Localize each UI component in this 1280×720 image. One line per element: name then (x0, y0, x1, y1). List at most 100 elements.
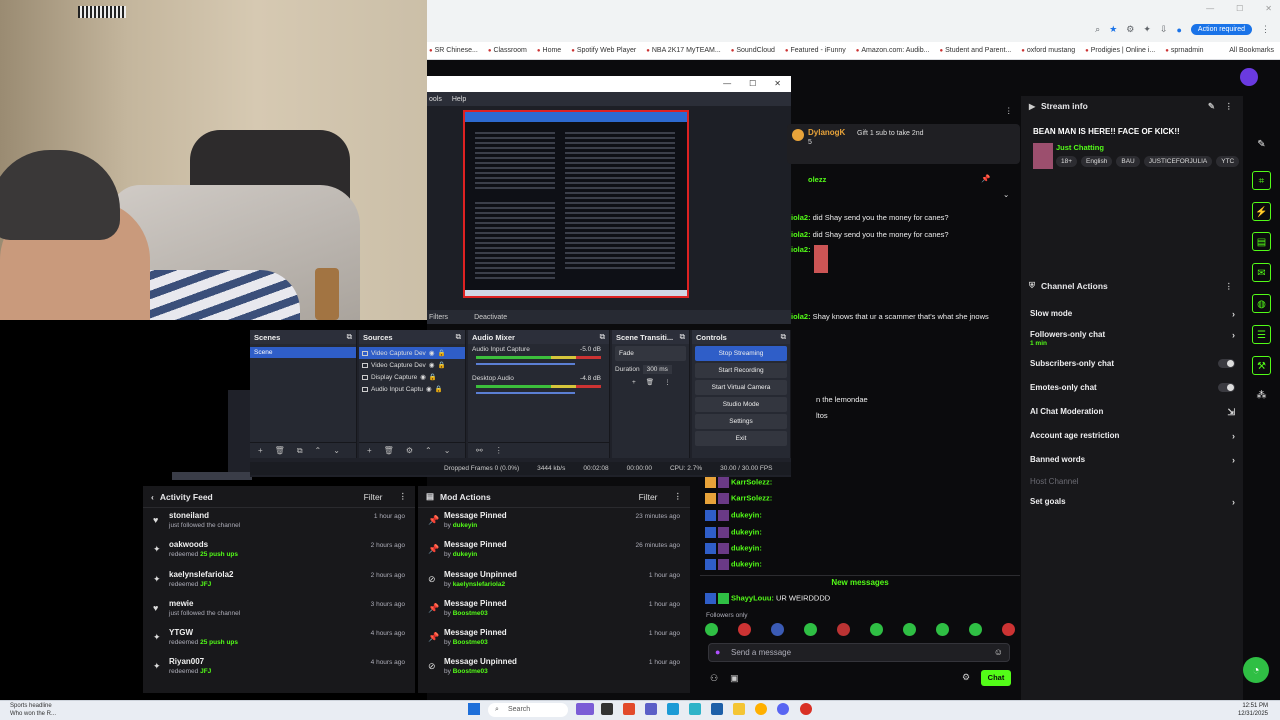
extension-icon[interactable]: ⚙ (1126, 24, 1134, 35)
taskbar-app-icon[interactable] (623, 703, 635, 715)
feed-user[interactable]: Riyan007 (169, 657, 405, 666)
wrench-icon[interactable]: ⚒ (1252, 356, 1271, 375)
action-moderator[interactable]: Boostme03 (453, 639, 488, 646)
banned-words-row[interactable]: Banned words › (1030, 455, 1235, 465)
bolt-icon[interactable]: ⚡ (1252, 202, 1271, 221)
feed-user[interactable]: oakwoods (169, 540, 405, 549)
action-moderator[interactable]: Boostme03 (453, 610, 488, 617)
bookmark[interactable]: Student and Parent... (939, 47, 1011, 54)
lock-icon[interactable]: 🔒 (437, 361, 445, 369)
menu-dots-icon[interactable]: ⋮ (399, 491, 408, 502)
chat-bubble-icon[interactable]: ✉ (1252, 263, 1271, 282)
slow-mode-row[interactable]: Slow mode › (1030, 309, 1235, 319)
profile-avatar[interactable] (1240, 68, 1258, 86)
menu-dots-icon[interactable]: ⋮ (1005, 106, 1013, 115)
source-item[interactable]: Display Capture ◉ 🔒 (359, 371, 465, 383)
emote-icon[interactable] (1002, 623, 1015, 636)
lock-icon[interactable]: 🔒 (435, 385, 443, 393)
trash-icon[interactable]: 🗑 (275, 446, 285, 455)
add-icon[interactable]: + (258, 446, 263, 455)
search-icon[interactable]: ⌕ (1095, 24, 1100, 35)
bookmark[interactable]: sprnadmin (1165, 47, 1204, 54)
chat-input[interactable]: ● Send a message ☺ (708, 643, 1010, 662)
taskbar-app-icon[interactable] (777, 703, 789, 715)
mic-icon[interactable]: ● (715, 647, 720, 657)
chat-user[interactable]: ShayyLouu: (731, 593, 774, 602)
taskbar-clock[interactable]: 12:51 PM 12/31/2025 (1238, 702, 1268, 718)
quick-emotes-icon[interactable]: ⚇ (710, 673, 718, 684)
virtual-camera-button[interactable]: Start Virtual Camera (695, 380, 787, 395)
pencil-icon[interactable]: ✎ (1252, 135, 1271, 154)
window-controls[interactable]: — ☐ ✕ (1206, 4, 1272, 13)
feed-user[interactable]: mewie (169, 599, 405, 608)
action-moderator[interactable]: dukeyin (453, 551, 478, 558)
chevron-left-icon[interactable]: ‹ (151, 492, 154, 502)
eye-icon[interactable]: ◉ (429, 349, 435, 357)
eye-icon[interactable]: ◉ (420, 373, 426, 381)
chat-user[interactable]: dukeyin: (731, 543, 762, 552)
gift-icon[interactable]: ▣ (730, 673, 739, 684)
menu-help[interactable]: Help (452, 96, 466, 103)
start-recording-button[interactable]: Start Recording (695, 363, 787, 378)
bookmark[interactable]: Featured - iFunny (785, 47, 846, 54)
taskbar-app-icon[interactable] (755, 703, 767, 715)
source-item[interactable]: Audio Input Captu ◉ 🔒 (359, 383, 465, 395)
up-icon[interactable]: ⌃ (315, 446, 322, 455)
taskbar-app-icon[interactable] (733, 703, 745, 715)
add-icon[interactable]: + (632, 379, 636, 386)
audio-icon[interactable]: ◍ (1252, 294, 1271, 313)
taskbar-app-icon[interactable] (645, 703, 657, 715)
chat-settings-icon[interactable]: ⚙ (962, 672, 970, 683)
taskbar-app-icon[interactable] (576, 703, 594, 715)
feed-user[interactable]: kaelynslefariola2 (169, 570, 405, 579)
chat-user[interactable]: iola2: (791, 245, 811, 254)
category-thumbnail[interactable] (1033, 143, 1053, 169)
bookmark[interactable]: SR Chinese... (429, 47, 478, 54)
pinned-message[interactable]: DylanogK 5 Gift 1 sub to take 2nd (787, 124, 1020, 164)
scene-item[interactable]: Scene (250, 347, 356, 358)
down-icon[interactable]: ⌄ (333, 446, 340, 455)
eye-icon[interactable]: ◉ (429, 361, 435, 369)
lock-icon[interactable]: 🔒 (437, 349, 445, 357)
bookmark[interactable]: Prodigies | Online i... (1085, 47, 1155, 54)
taskbar-app-icon[interactable] (601, 703, 613, 715)
action-moderator[interactable]: Boostme03 (453, 668, 488, 675)
windows-start-icon[interactable] (468, 703, 480, 715)
menu-tools[interactable]: ools (429, 96, 442, 103)
stream-category[interactable]: Just Chatting (1056, 143, 1104, 152)
list-icon[interactable]: ☰ (1252, 325, 1271, 344)
bookmark[interactable]: NBA 2K17 MyTEAM... (646, 47, 721, 54)
menu-dots-icon[interactable]: ⋮ (1261, 24, 1270, 35)
pin-icon[interactable]: 📌 (981, 174, 990, 183)
duration-input[interactable]: 300 ms (642, 365, 672, 374)
tag[interactable]: English (1081, 156, 1113, 167)
down-icon[interactable]: ⌄ (444, 446, 451, 455)
tag[interactable]: BAU (1116, 156, 1140, 167)
studio-mode-button[interactable]: Studio Mode (695, 397, 787, 412)
filters-button[interactable]: Filters (429, 314, 448, 321)
profile-icon[interactable]: ● (1176, 25, 1181, 35)
help-chat-icon[interactable]: ◔ (1243, 657, 1269, 683)
chat-user[interactable]: KarrSolezz: (731, 493, 772, 502)
trash-icon[interactable]: 🗑 (384, 446, 394, 455)
subscribers-only-toggle[interactable] (1218, 359, 1235, 368)
source-item[interactable]: Video Capture Dev ◉ 🔒 (359, 347, 465, 359)
deactivate-button[interactable]: Deactivate (474, 314, 507, 321)
download-icon[interactable]: ⇩ (1160, 24, 1168, 35)
bookmark[interactable]: oxford mustang (1021, 47, 1075, 54)
emote-icon[interactable] (870, 623, 883, 636)
feed-user[interactable]: stoneiland (169, 511, 405, 520)
all-bookmarks[interactable]: All Bookmarks (1227, 47, 1280, 54)
tag[interactable]: JUSTICEFORJULIA (1143, 156, 1213, 167)
puzzle-icon[interactable]: ✦ (1143, 24, 1151, 35)
chat-user[interactable]: KarrSolezz: (731, 477, 772, 486)
share-icon[interactable]: ⁂ (1252, 386, 1271, 405)
pinned-by-user[interactable]: olezz (808, 175, 826, 184)
taskbar-app-icon[interactable] (800, 703, 812, 715)
up-icon[interactable]: ⌃ (425, 446, 432, 455)
new-messages-banner[interactable]: New messages (700, 575, 1020, 589)
menu-dots-icon[interactable]: ⋮ (674, 491, 683, 502)
filter-button[interactable]: Filter (639, 492, 658, 502)
filter-button[interactable]: Filter (364, 492, 383, 502)
obs-window-controls[interactable]: — ☐ ✕ (723, 79, 781, 88)
